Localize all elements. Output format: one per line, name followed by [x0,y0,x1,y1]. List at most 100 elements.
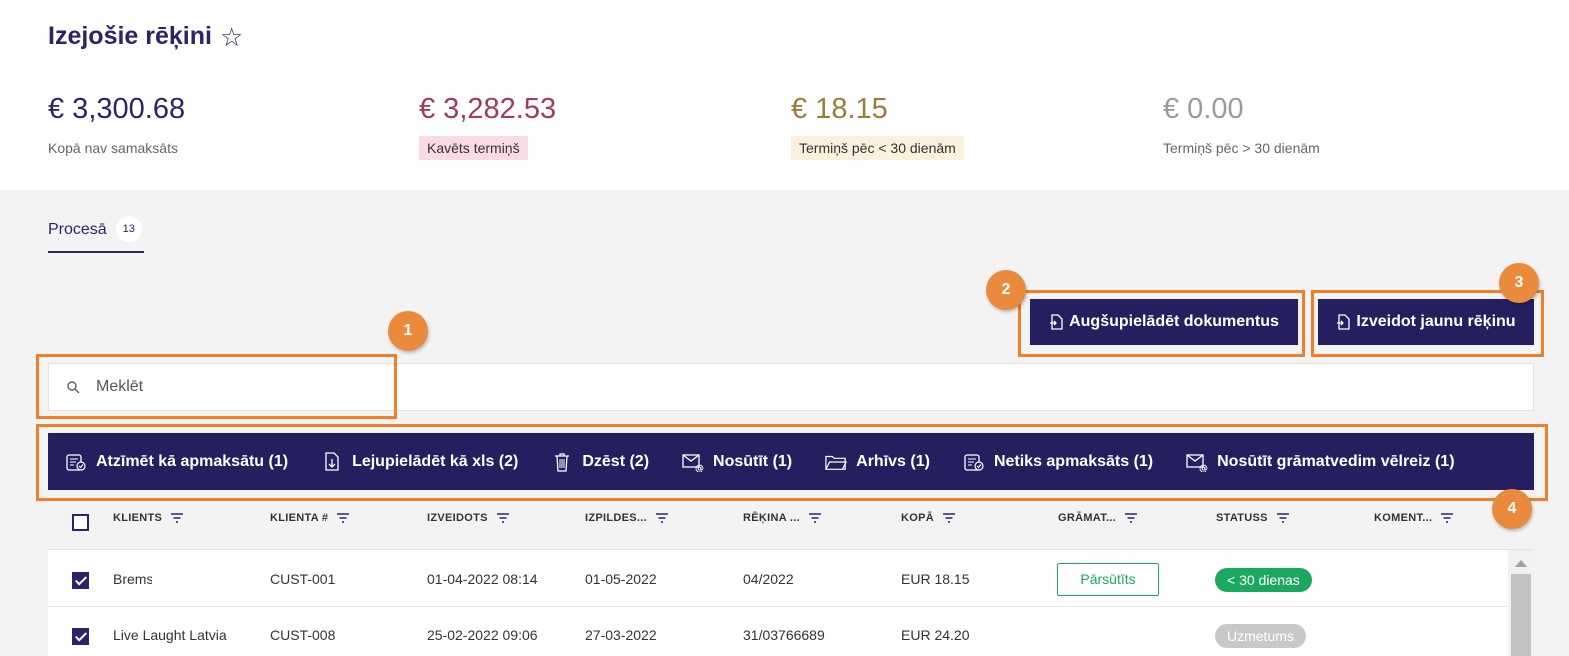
download-xls-icon [325,451,339,471]
table-scrollbar[interactable] [1508,550,1534,656]
page-title-wrap: Izejošie rēķini ☆ [48,22,243,51]
accounting-status-tag: Pārsūtīts [1057,563,1159,596]
client-cell: Live Laught Latvia [113,627,227,643]
mark-paid-icon [66,453,86,471]
mark-paid-action[interactable]: Atzīmēt kā apmaksātu (1) [65,452,288,472]
stat-amount: € 3,300.68 [48,93,186,125]
delete-label: Dzēst (2) [582,452,650,470]
table-row[interactable]: Live Laught Latvia CUST-008 25-02-2022 0… [48,607,1508,656]
row-checkbox[interactable] [72,572,89,589]
column-title: KOMENT... [1374,512,1433,524]
table-row[interactable]: Brems CUST-001 01-04-2022 08:14 01-05-20… [48,551,1508,607]
column-title: KLIENTA # [270,512,329,524]
client-number-cell: CUST-008 [270,627,336,643]
column-header[interactable]: IZPILDES... [585,512,669,524]
total-cell: EUR 24.20 [901,627,970,643]
page-title: Izejošie rēķini [48,22,212,50]
stat-amount: € 18.15 [791,93,888,125]
invoice-number-cell: 31/03766689 [743,627,825,643]
stat-due-lt30: € 18.15 Termiņš pēc < 30 dienām [791,92,964,160]
column-title: IZPILDES... [585,512,647,524]
create-invoice-button[interactable]: Izveidot jaunu rēķinu [1318,299,1534,345]
stat-label: Termiņš pēc > 30 dienām [1163,140,1320,156]
svg-text:@: @ [695,464,704,472]
bulk-action-bar: Atzīmēt kā apmaksātu (1) Lejupielādēt kā… [48,433,1534,490]
table-header: KLIENTS KLIENTA # IZVEIDOTS IZPILDES... … [48,490,1534,550]
send-label: Nosūtīt (1) [713,452,793,470]
scrollbar-thumb[interactable] [1511,574,1531,656]
total-cell: EUR 18.15 [901,571,970,587]
invoice-number-cell: 04/2022 [743,571,794,587]
status-badge: < 30 dienas [1215,568,1312,592]
column-title: RĒĶINA ... [743,512,800,524]
due-date-cell: 01-05-2022 [585,571,657,587]
tab-in-process[interactable]: Procesā 13 [48,216,144,253]
column-header[interactable]: KOMENT... [1374,512,1454,524]
stat-total-unpaid: € 3,300.68 Kopā nav samaksāts [48,92,185,158]
mark-paid-label: Atzīmēt kā apmaksātu (1) [96,452,289,470]
filter-icon[interactable] [170,513,184,523]
archive-action[interactable]: Arhīvs (1) [825,452,930,472]
download-xls-action[interactable]: Lejupielādēt kā xls (2) [321,451,519,472]
annotation-marker: 1 [388,311,428,351]
trash-icon [555,452,570,472]
scroll-up-arrow-icon[interactable] [1515,560,1527,567]
archive-label: Arhīvs (1) [856,452,930,470]
client-number-cell: CUST-001 [270,571,336,587]
column-header[interactable]: STATUSS [1216,512,1290,524]
resend-accountant-label: Nosūtīt grāmatvedim vēlreiz (1) [1217,452,1455,470]
column-title: KOPĀ [901,512,934,524]
client-cell: Brems [113,571,154,587]
email-resend-icon: @ [1186,453,1208,472]
search-input[interactable] [96,378,596,396]
filter-icon[interactable] [942,513,956,523]
stat-due-gt30: € 0.00 Termiņš pēc > 30 dienām [1163,92,1320,158]
column-header[interactable]: RĒĶINA ... [743,512,822,524]
filter-icon[interactable] [336,513,350,523]
column-header[interactable]: KOPĀ [901,512,956,524]
svg-text:@: @ [1199,464,1208,472]
send-action[interactable]: @ Nosūtīt (1) [682,452,792,472]
search-icon [67,381,80,394]
stat-amount: € 3,282.53 [419,93,557,125]
created-cell: 01-04-2022 08:14 [427,571,538,587]
summary-header: Izejošie rēķini ☆ € 3,300.68 Kopā nav sa… [0,0,1569,190]
create-invoice-label: Izveidot jaunu rēķinu [1356,313,1516,330]
folder-icon [825,455,848,470]
search-bar [48,363,1534,411]
select-all-checkbox[interactable] [72,514,89,531]
stat-amount: € 0.00 [1163,93,1244,125]
filter-icon[interactable] [1276,513,1290,523]
column-title: STATUSS [1216,512,1268,524]
not-paid-action[interactable]: Netiks apmaksāts (1) [963,452,1153,472]
column-header[interactable]: KLIENTS [113,512,184,524]
column-header[interactable]: GRĀMAT... [1058,512,1138,524]
filter-icon[interactable] [808,513,822,523]
tab-count-badge: 13 [115,216,142,242]
file-upload-icon [1050,314,1063,330]
created-cell: 25-02-2022 09:06 [427,627,538,643]
file-add-icon [1337,314,1351,330]
redaction-mask [152,565,236,593]
column-header[interactable]: KLIENTA # [270,512,350,524]
download-xls-label: Lejupielādēt kā xls (2) [352,452,519,470]
filter-icon[interactable] [1440,513,1454,523]
delete-action[interactable]: Dzēst (2) [551,452,649,472]
stat-label: Kopā nav samaksāts [48,140,178,156]
stat-label-badge: Termiņš pēc < 30 dienām [791,136,964,160]
annotation-marker: 3 [1499,263,1539,303]
upload-documents-button[interactable]: Augšupielādēt dokumentus [1030,299,1298,345]
star-icon[interactable]: ☆ [220,24,243,50]
filter-icon[interactable] [496,513,510,523]
column-header[interactable]: IZVEIDOTS [427,512,510,524]
resend-accountant-action[interactable]: @ Nosūtīt grāmatvedim vēlreiz (1) [1186,452,1455,472]
invoice-table: KLIENTS KLIENTA # IZVEIDOTS IZPILDES... … [48,490,1534,656]
filter-icon[interactable] [655,513,669,523]
column-title: IZVEIDOTS [427,512,488,524]
upload-documents-label: Augšupielādēt dokumentus [1069,313,1279,330]
status-badge: Uzmetums [1215,624,1306,648]
column-title: GRĀMAT... [1058,512,1117,524]
row-checkbox[interactable] [72,628,89,645]
annotation-marker: 2 [986,270,1026,310]
filter-icon[interactable] [1124,513,1138,523]
